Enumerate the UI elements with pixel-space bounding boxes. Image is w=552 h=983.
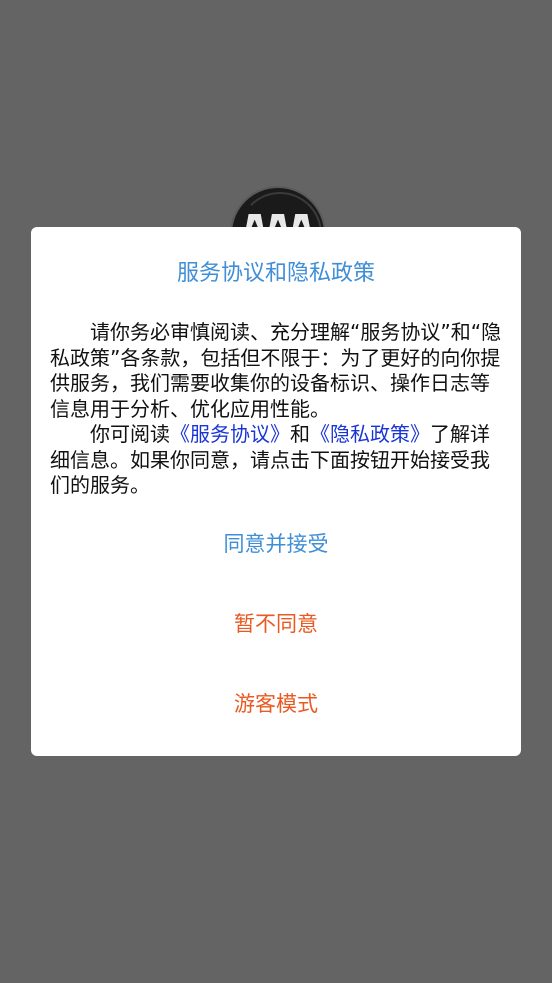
logo-glyph bbox=[246, 214, 310, 228]
paragraph-prefix: 你可阅读 bbox=[90, 422, 170, 446]
dialog-title: 服务协议和隐私政策 bbox=[176, 261, 375, 286]
paragraph-and: 和 bbox=[290, 422, 310, 446]
privacy-policy-link[interactable]: 《隐私政策》 bbox=[310, 422, 430, 446]
service-agreement-link[interactable]: 《服务协议》 bbox=[170, 422, 290, 446]
privacy-dialog: 服务协议和隐私政策 请你务必审慎阅读、充分理解“服务协议”和“隐私政策”各条款，… bbox=[31, 227, 521, 756]
dialog-paragraph-terms: 请你务必审慎阅读、充分理解“服务协议”和“隐私政策”各条款，包括但不限于：为了更… bbox=[50, 320, 502, 421]
agree-button[interactable]: 同意并接受 bbox=[31, 527, 521, 561]
dialog-body: 请你务必审慎阅读、充分理解“服务协议”和“隐私政策”各条款，包括但不限于：为了更… bbox=[50, 320, 502, 499]
dialog-paragraph-links: 你可阅读《服务协议》和《隐私政策》了解详细信息。如果你同意，请点击下面按钮开始接… bbox=[50, 422, 502, 499]
guest-mode-button[interactable]: 游客模式 bbox=[31, 687, 521, 721]
disagree-button[interactable]: 暂不同意 bbox=[31, 607, 521, 641]
